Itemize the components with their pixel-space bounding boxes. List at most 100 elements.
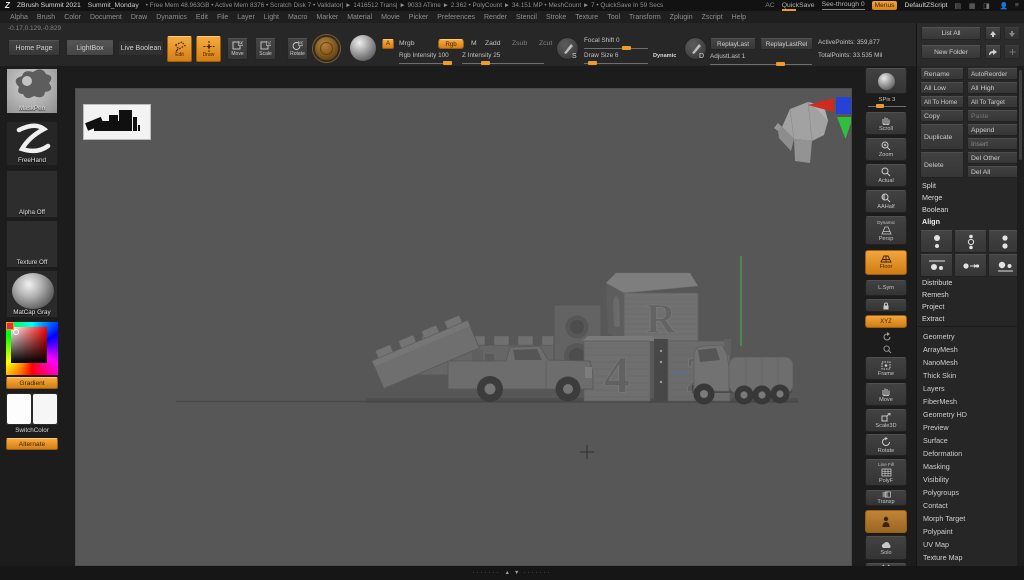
menu-picker[interactable]: Picker bbox=[409, 14, 428, 21]
all-to-target-button[interactable]: All To Target bbox=[967, 96, 1019, 108]
menu-document[interactable]: Document bbox=[90, 14, 122, 21]
ghost-button[interactable] bbox=[865, 510, 907, 533]
stroke-sphere-button[interactable] bbox=[350, 35, 376, 61]
new-folder-button[interactable]: New Folder bbox=[921, 45, 981, 59]
menu-zplugin[interactable]: Zplugin bbox=[670, 14, 693, 21]
section-geometry-hd[interactable]: Geometry HD bbox=[923, 410, 967, 419]
lightbox-button[interactable]: LightBox bbox=[66, 40, 114, 56]
menu-transform[interactable]: Transform bbox=[629, 14, 661, 21]
freehand-stroke-tile[interactable]: FreeHand bbox=[6, 121, 58, 166]
remesh-section[interactable]: Remesh bbox=[922, 290, 949, 299]
matcap-tile[interactable]: MatCap Gray bbox=[6, 270, 58, 318]
aahalf-button[interactable]: AAHalf bbox=[865, 190, 907, 213]
current-brush-button[interactable] bbox=[313, 35, 340, 62]
viewport-canvas[interactable]: R 4 2 bbox=[75, 88, 852, 566]
menu-draw[interactable]: Draw bbox=[131, 14, 147, 21]
menu-dynamics[interactable]: Dynamics bbox=[156, 14, 187, 21]
menu-movie[interactable]: Movie bbox=[381, 14, 400, 21]
menu-stroke[interactable]: Stroke bbox=[546, 14, 566, 21]
frame-button[interactable]: Frame bbox=[865, 357, 907, 380]
insert-button[interactable]: Insert bbox=[967, 138, 1019, 150]
del-all-button[interactable]: Del All bbox=[967, 166, 1019, 178]
floor-button[interactable]: Floor bbox=[865, 250, 907, 275]
boolean-section[interactable]: Boolean bbox=[922, 205, 948, 214]
align-top-button[interactable] bbox=[920, 230, 953, 253]
section-preview[interactable]: Preview bbox=[923, 423, 949, 432]
menu-preferences[interactable]: Preferences bbox=[437, 14, 475, 21]
move-to-folder-button[interactable] bbox=[985, 45, 1001, 59]
move-view-button[interactable]: Move bbox=[865, 383, 907, 406]
hamburger-icon[interactable]: ≡ bbox=[1015, 2, 1019, 9]
merge-section[interactable]: Merge bbox=[922, 193, 942, 202]
replay-last-button[interactable]: ReplayLast bbox=[710, 38, 756, 50]
menu-marker[interactable]: Marker bbox=[316, 14, 338, 21]
duplicate-button[interactable]: Duplicate bbox=[920, 124, 964, 150]
dynamic-toggle[interactable]: Dynamic bbox=[653, 53, 676, 59]
zoom-button[interactable]: Zoom bbox=[865, 138, 907, 161]
panel-scrollbar-track[interactable] bbox=[1017, 66, 1024, 580]
list-all-button[interactable]: List All bbox=[921, 27, 981, 40]
replay-settings-button[interactable]: D bbox=[684, 37, 707, 60]
color-picker[interactable] bbox=[6, 322, 58, 375]
menu-alpha[interactable]: Alpha bbox=[10, 14, 28, 21]
actual-size-button[interactable]: Actual bbox=[865, 164, 907, 187]
user-icon[interactable]: 👤 bbox=[1000, 2, 1008, 10]
main-color-swatch[interactable] bbox=[7, 394, 31, 424]
section-contact[interactable]: Contact bbox=[923, 501, 948, 510]
align-middle-button[interactable] bbox=[954, 230, 987, 253]
rename-button[interactable]: Rename bbox=[920, 68, 964, 80]
focal-shift-slider[interactable] bbox=[584, 48, 648, 49]
section-geometry[interactable]: Geometry bbox=[923, 332, 955, 341]
draw-size-slider[interactable] bbox=[584, 63, 648, 64]
section-polygroups[interactable]: Polygroups bbox=[923, 488, 959, 497]
lock-button[interactable] bbox=[865, 299, 907, 312]
section-nanomesh[interactable]: NanoMesh bbox=[923, 358, 958, 367]
menu-zscript[interactable]: Zscript bbox=[702, 14, 723, 21]
all-high-button[interactable]: All High bbox=[967, 82, 1019, 94]
solo-button[interactable]: Solo bbox=[865, 536, 907, 560]
align-section[interactable]: Align bbox=[922, 217, 940, 226]
defaultzscript-button[interactable]: DefaultZScript bbox=[904, 2, 947, 9]
section-arraymesh[interactable]: ArrayMesh bbox=[923, 345, 958, 354]
draw-size-knob[interactable] bbox=[588, 61, 597, 65]
move-button[interactable]: M Move bbox=[227, 38, 248, 60]
menu-tool[interactable]: Tool bbox=[607, 14, 620, 21]
xyz-button[interactable]: XYZ bbox=[865, 315, 907, 328]
all-low-button[interactable]: All Low bbox=[920, 82, 964, 94]
secondary-color-swatch[interactable] bbox=[33, 394, 57, 424]
mrgb-toggle[interactable]: Mrgb bbox=[399, 40, 415, 47]
focal-shift-knob[interactable] bbox=[622, 46, 631, 50]
small-magnifier-icon[interactable] bbox=[883, 345, 892, 354]
paste-button[interactable]: Paste bbox=[967, 110, 1019, 122]
rgb-intensity-knob[interactable] bbox=[443, 61, 452, 65]
rgb-toggle[interactable]: Rgb bbox=[438, 39, 464, 49]
live-boolean-button[interactable]: Live Boolean bbox=[118, 40, 164, 56]
menu-material[interactable]: Material bbox=[347, 14, 372, 21]
section-layers[interactable]: Layers bbox=[923, 384, 945, 393]
subtool-down-button[interactable] bbox=[1004, 27, 1020, 40]
polyframe-button[interactable]: Line Fill PolyF bbox=[865, 459, 907, 486]
dock-collapse-icon[interactable]: ▼ bbox=[514, 570, 519, 576]
menu-light[interactable]: Light bbox=[264, 14, 279, 21]
scroll-button[interactable]: Scroll bbox=[865, 112, 907, 135]
lsym-button[interactable]: L.Sym bbox=[865, 280, 907, 296]
section-polypaint[interactable]: Polypaint bbox=[923, 527, 953, 536]
project-section[interactable]: Project bbox=[922, 302, 944, 311]
menu-render[interactable]: Render bbox=[484, 14, 507, 21]
menu-color[interactable]: Color bbox=[64, 14, 81, 21]
adjust-last-knob[interactable] bbox=[776, 62, 785, 66]
menu-help[interactable]: Help bbox=[732, 14, 746, 21]
edit-button[interactable]: Edit bbox=[167, 36, 192, 62]
panel-scrollbar-thumb[interactable] bbox=[1019, 70, 1022, 160]
section-uv-map[interactable]: UV Map bbox=[923, 540, 949, 549]
m-toggle[interactable]: M bbox=[471, 40, 477, 47]
quicksave-button[interactable]: QuickSave bbox=[782, 2, 815, 9]
section-texture-map[interactable]: Texture Map bbox=[923, 553, 963, 562]
del-other-button[interactable]: Del Other bbox=[967, 152, 1019, 164]
section-masking[interactable]: Masking bbox=[923, 462, 950, 471]
section-thick-skin[interactable]: Thick Skin bbox=[923, 371, 956, 380]
spix-slider[interactable] bbox=[868, 106, 906, 107]
titlebar-window-icons[interactable]: ▤ ▦ ◨ bbox=[955, 2, 993, 10]
distribute-section[interactable]: Distribute bbox=[922, 278, 952, 287]
split-section[interactable]: Split bbox=[922, 181, 936, 190]
